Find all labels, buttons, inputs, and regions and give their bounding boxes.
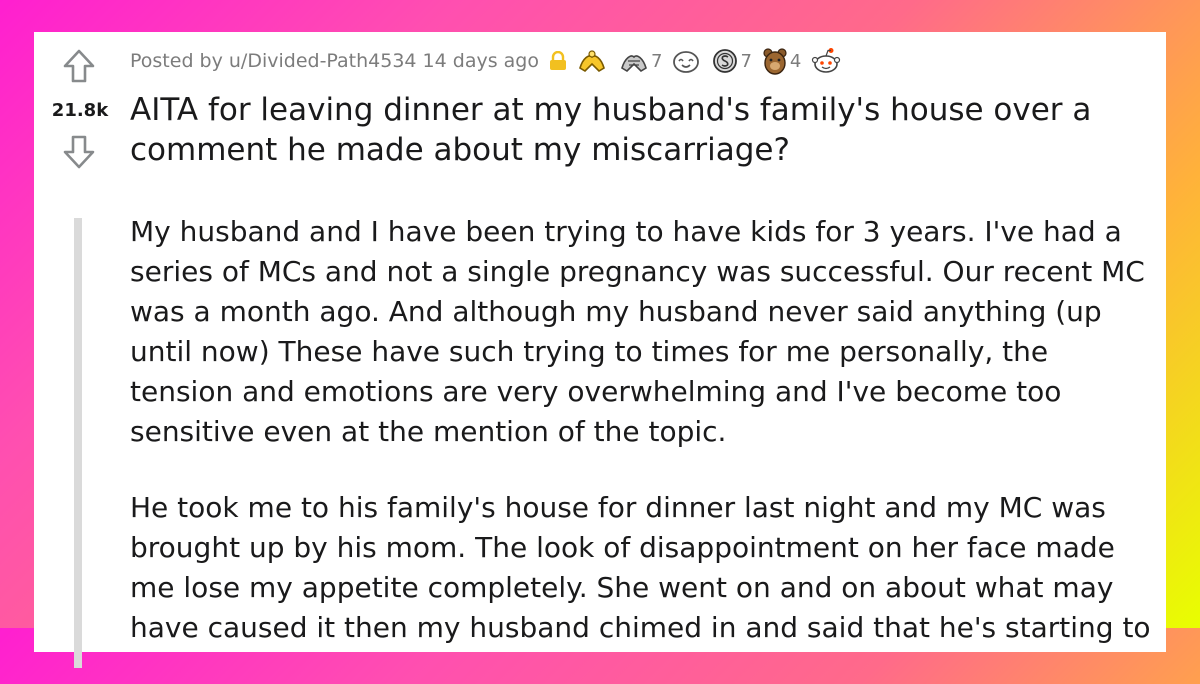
post-body: My husband and I have been trying to hav… bbox=[130, 212, 1160, 684]
post-title[interactable]: AITA for leaving dinner at my husband's … bbox=[130, 90, 1160, 170]
post-meta: Posted by u/Divided-Path4534 14 days ago… bbox=[130, 46, 843, 76]
lock-icon bbox=[549, 51, 567, 71]
wholesome-face-award-icon[interactable] bbox=[672, 48, 702, 74]
silver-coin-award-icon[interactable]: 7 bbox=[712, 48, 752, 74]
thread-line[interactable] bbox=[74, 218, 82, 668]
snoo-award-icon[interactable] bbox=[811, 47, 843, 75]
upvote-arrow-icon[interactable] bbox=[62, 48, 96, 84]
silver-hands-award-icon[interactable]: 7 bbox=[619, 48, 662, 74]
bear-award-icon[interactable]: 4 bbox=[762, 47, 801, 75]
gold-hands-award-icon[interactable] bbox=[577, 48, 609, 74]
post-card: 21.8k Posted by u/Divided-Path4534 14 da… bbox=[34, 32, 1166, 668]
post-body-paragraph: My husband and I have been trying to hav… bbox=[130, 215, 1145, 448]
post-body-paragraph: He took me to his family's house for din… bbox=[130, 491, 1151, 644]
vote-score: 21.8k bbox=[51, 100, 109, 121]
downvote-arrow-icon[interactable] bbox=[62, 134, 96, 170]
posted-by-text[interactable]: Posted by u/Divided-Path4534 14 days ago bbox=[130, 50, 539, 72]
